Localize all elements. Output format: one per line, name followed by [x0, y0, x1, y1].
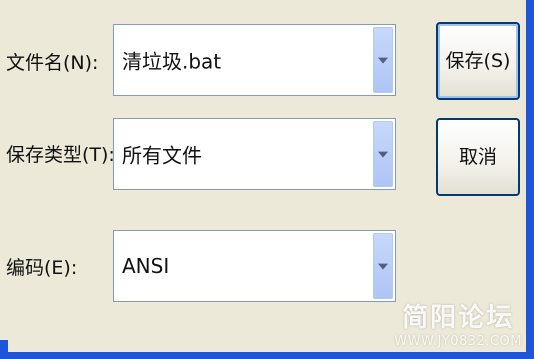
filename-combobox[interactable]: 清垃圾.bat [113, 24, 396, 96]
cancel-button[interactable]: 取消 [436, 118, 520, 196]
encoding-combobox[interactable]: ANSI [113, 230, 396, 302]
filename-label: 文件名(N): [6, 52, 99, 74]
filetype-combobox[interactable]: 所有文件 [113, 118, 396, 190]
dialog-top-edge [0, 0, 534, 10]
filename-input[interactable]: 清垃圾.bat [122, 46, 221, 75]
window-frame-right [526, 0, 534, 359]
site-watermark: 简阳论坛 WWW.JY0832.COM [394, 297, 522, 349]
chevron-down-icon [378, 57, 388, 64]
filetype-selected-value[interactable]: 所有文件 [122, 140, 202, 169]
filetype-dropdown-button[interactable] [373, 121, 393, 187]
watermark-name: 简阳论坛 [402, 303, 515, 333]
watermark-url: WWW.JY0832.COM [394, 334, 522, 349]
filename-dropdown-button[interactable] [373, 27, 393, 93]
chevron-down-icon [378, 263, 388, 270]
chevron-down-icon [378, 151, 388, 158]
encoding-label: 编码(E): [6, 257, 78, 279]
window-frame-bottom [0, 352, 534, 359]
window-frame-corner [0, 340, 8, 352]
filetype-label: 保存类型(T): [6, 144, 115, 166]
save-button[interactable]: 保存(S) [436, 22, 520, 100]
encoding-selected-value[interactable]: ANSI [122, 254, 169, 278]
encoding-dropdown-button[interactable] [373, 233, 393, 299]
